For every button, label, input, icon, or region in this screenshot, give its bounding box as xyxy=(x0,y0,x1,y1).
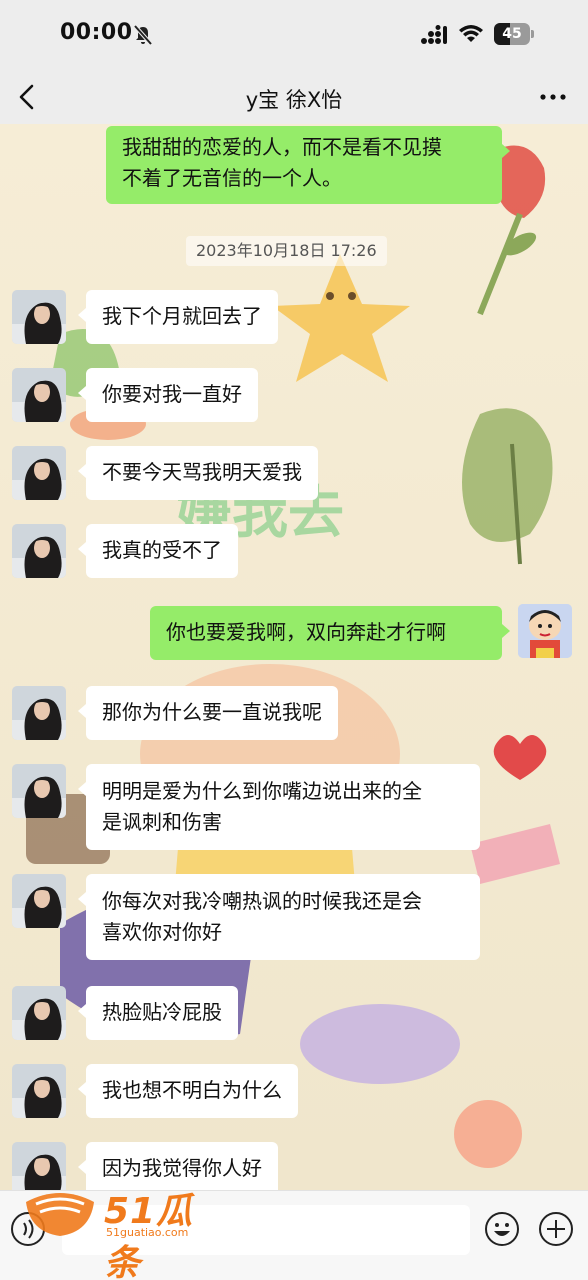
signal-icon xyxy=(421,25,447,44)
message-bubble[interactable]: 你要对我一直好 xyxy=(78,368,258,422)
message-bubble[interactable]: 我真的受不了 xyxy=(78,524,238,578)
avatar[interactable] xyxy=(12,446,66,500)
profile-photo-image xyxy=(12,524,66,578)
chat-title: y宝 徐X怡 xyxy=(245,88,343,112)
plus-icon[interactable] xyxy=(538,1211,574,1247)
profile-photo-image xyxy=(12,1064,66,1118)
message-bubble[interactable]: 我也想不明白为什么 xyxy=(78,1064,298,1118)
mute-icon xyxy=(133,24,153,46)
more-icon[interactable] xyxy=(538,84,568,110)
message-bubble[interactable]: 热脸贴冷屁股 xyxy=(78,986,238,1040)
battery-indicator: 45 xyxy=(494,23,534,45)
message-bubble[interactable]: 不要今天骂我明天爱我 xyxy=(78,446,318,500)
wifi-icon xyxy=(459,25,483,42)
profile-photo-image xyxy=(12,874,66,928)
cartoon-avatar-image xyxy=(518,604,572,658)
avatar[interactable] xyxy=(12,290,66,344)
avatar[interactable] xyxy=(12,764,66,818)
message-bubble[interactable]: 我甜甜的恋爱的人，而不是看不见摸 不着了无音信的一个人。 xyxy=(106,126,510,204)
chat-header: y宝 徐X怡 xyxy=(0,70,588,124)
message-bubble[interactable]: 那你为什么要一直说我呢 xyxy=(78,686,338,740)
watermark-logo-icon xyxy=(26,1193,94,1236)
emoji-icon[interactable] xyxy=(484,1211,520,1247)
battery-percent: 45 xyxy=(502,26,522,42)
message-timestamp: 2023年10月18日 17:26 xyxy=(186,236,387,266)
profile-photo-image xyxy=(12,368,66,422)
message-bubble[interactable]: 明明是爱为什么到你嘴边说出来的全 是讽刺和伤害 xyxy=(78,764,480,850)
my-avatar[interactable] xyxy=(518,604,572,658)
profile-photo-image xyxy=(12,764,66,818)
message-bubble[interactable]: 你也要爱我啊，双向奔赴才行啊 xyxy=(150,606,510,660)
watermark-url: 51guatiao.com xyxy=(106,1226,189,1239)
avatar[interactable] xyxy=(12,686,66,740)
profile-photo-image xyxy=(12,686,66,740)
status-time: 00:00 xyxy=(60,20,133,45)
message-bubble[interactable]: 我下个月就回去了 xyxy=(78,290,278,344)
profile-photo-image xyxy=(12,986,66,1040)
watermark: 51瓜条 51guatiao.com xyxy=(20,1182,210,1280)
profile-photo-image xyxy=(12,446,66,500)
avatar[interactable] xyxy=(12,986,66,1040)
avatar[interactable] xyxy=(12,368,66,422)
avatar[interactable] xyxy=(12,1064,66,1118)
message-bubble[interactable]: 你每次对我冷嘲热讽的时候我还是会 喜欢你对你好 xyxy=(78,874,480,960)
status-bar: 00:00 45 xyxy=(0,0,588,70)
avatar[interactable] xyxy=(12,524,66,578)
profile-photo-image xyxy=(12,290,66,344)
avatar[interactable] xyxy=(12,874,66,928)
